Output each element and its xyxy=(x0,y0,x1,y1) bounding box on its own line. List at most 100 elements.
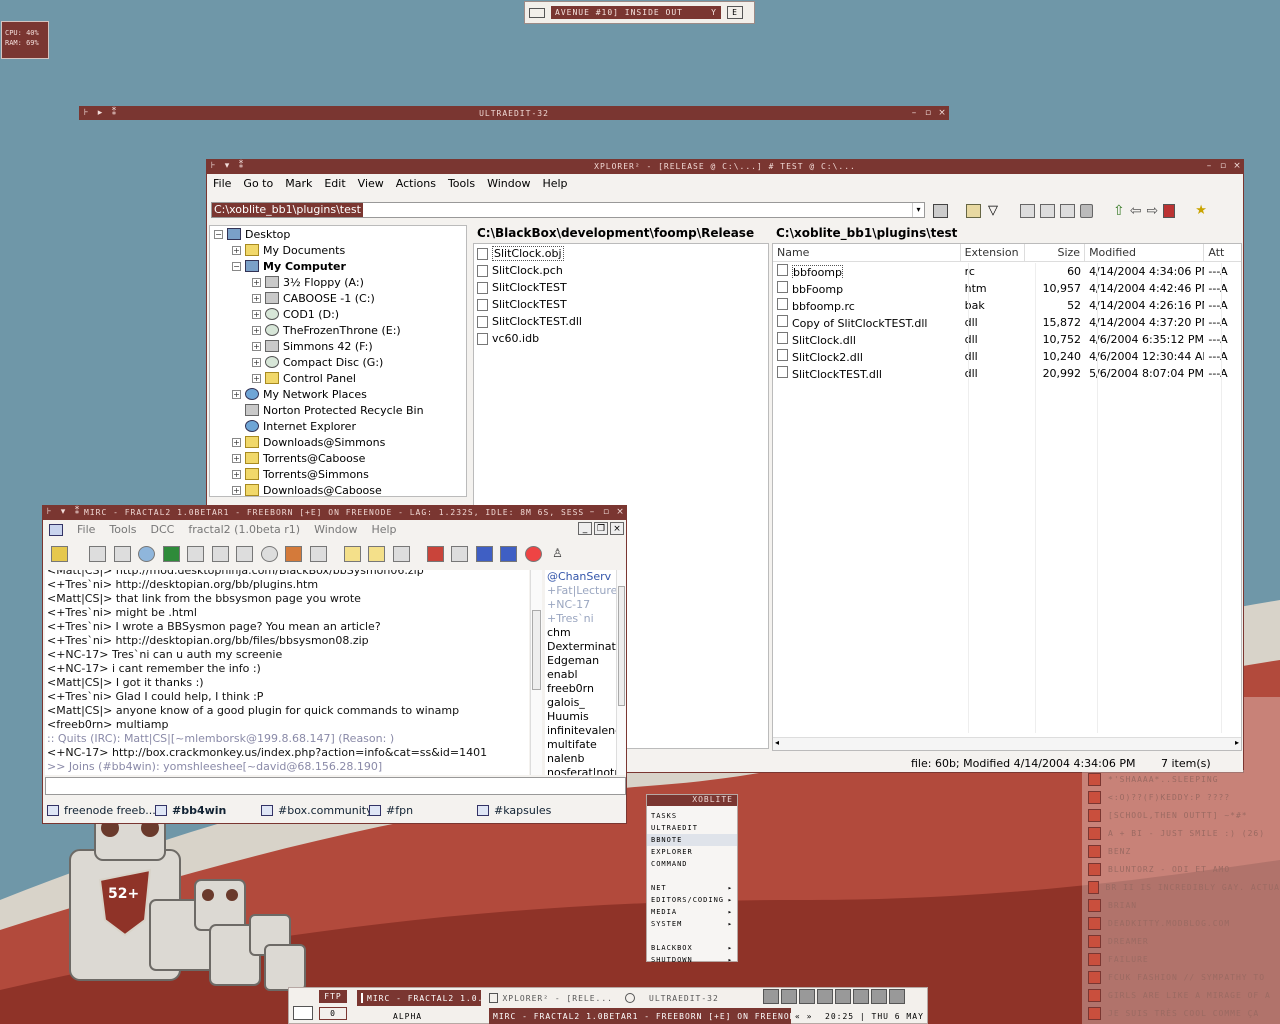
buddy-list-item[interactable]: GIRLS ARE LIKE A MIRAGE OF A xyxy=(1088,986,1280,1004)
table-row[interactable]: bbFoomp htm 10,957 4/14/2004 4:42:46 PM ---A xyxy=(773,280,1241,297)
ultraedit-maximize-button[interactable]: ▫ xyxy=(921,108,935,118)
tree-item-torrents-caboose[interactable]: + Torrents@Caboose xyxy=(232,450,365,466)
address-dropdown-icon[interactable]: ▾ xyxy=(912,203,924,217)
xplorer-pin-icon[interactable]: ▾ xyxy=(220,161,234,171)
tray-icon[interactable] xyxy=(799,989,815,1004)
mirc-app-icon[interactable] xyxy=(49,523,63,536)
notify-icon[interactable] xyxy=(187,546,204,562)
tree-item-drive-e[interactable]: + TheFrozenThrone (E:) xyxy=(252,322,401,338)
nick-item[interactable]: +Tres`ni xyxy=(547,612,617,626)
mirc-titlebar[interactable]: ⊦ ▾ ⁑ MIRC - FRACTAL2 1.0BETAR1 - FREEBO… xyxy=(42,505,627,519)
column-size[interactable]: Size xyxy=(1025,244,1086,261)
xplorer-maximize-button[interactable]: ▫ xyxy=(1216,161,1230,171)
remote-icon[interactable] xyxy=(211,546,229,562)
menu-item-command[interactable]: COMMAND xyxy=(647,858,737,870)
tree-item-control-panel[interactable]: + Control Panel xyxy=(252,370,356,386)
tree-item-drive-g[interactable]: + Compact Disc (G:) xyxy=(252,354,383,370)
mirc-minimize-button[interactable]: – xyxy=(585,507,599,517)
buddy-list-item[interactable]: A + BI - JUST SMILE :) (26) xyxy=(1088,824,1280,842)
tray-icon[interactable] xyxy=(835,989,851,1004)
list-item[interactable]: SlitClockTEST xyxy=(474,279,768,296)
nick-item[interactable]: enabl xyxy=(547,668,617,682)
ultraedit-pin-icon[interactable]: ▸ xyxy=(93,108,107,118)
menu-item-blackbox[interactable]: BLACKBOX ▸ xyxy=(647,942,737,954)
chat-input[interactable] xyxy=(45,777,626,795)
nick-item[interactable]: +NC-17 xyxy=(547,598,617,612)
buddy-list-item[interactable]: BLUNTORZ - ODI ET AMO xyxy=(1088,860,1280,878)
column-attributes[interactable]: Att xyxy=(1204,244,1241,261)
task-ultraedit[interactable]: ULTRAEDIT-32 xyxy=(621,990,753,1006)
buddy-list-item[interactable]: BRIAN xyxy=(1088,896,1280,914)
colors-icon[interactable] xyxy=(285,546,302,562)
list-item[interactable]: SlitClock.obj xyxy=(474,245,768,262)
mirc-pin-icon[interactable]: ▾ xyxy=(56,507,70,517)
tile-icon[interactable] xyxy=(392,546,410,562)
tree-item-network[interactable]: + My Network Places xyxy=(232,386,367,402)
ultraedit-sys-icon[interactable]: ⁑ xyxy=(107,108,121,118)
menu-view[interactable]: View xyxy=(358,177,384,190)
media-eject-button[interactable]: E xyxy=(727,6,743,19)
mirc-menu-help[interactable]: Help xyxy=(371,523,396,536)
media-track-title-box[interactable]: AVENUE #10] INSIDE OUT Y xyxy=(551,6,721,19)
mirc-menu-file[interactable]: File xyxy=(77,523,95,536)
nick-item[interactable]: galois_ xyxy=(547,696,617,710)
table-row[interactable]: bbfoomp rc 60 4/14/2004 4:34:06 PM ---A xyxy=(773,263,1241,280)
xplorer-minimize-button[interactable]: – xyxy=(1202,161,1216,171)
send-icon[interactable] xyxy=(236,546,253,562)
menu-item-shutdown[interactable]: SHUTDOWN ▸ xyxy=(647,954,737,966)
cut-icon[interactable] xyxy=(1040,204,1055,218)
nick-item[interactable]: freeb0rn xyxy=(547,682,617,696)
mirc-menu-icon[interactable]: ⊦ xyxy=(42,507,56,517)
buddy-list-item[interactable]: DREAMER xyxy=(1088,932,1280,950)
table-row[interactable]: Copy of SlitClockTEST.dll dll 15,872 4/14/2… xyxy=(773,314,1241,331)
mirc-child-close[interactable]: × xyxy=(610,522,624,535)
xplorer-titlebar[interactable]: ⊦ ▾ ⁑ XPLORER² - [RELEASE @ C:\...] # TE… xyxy=(206,159,1244,173)
table-row[interactable]: SlitClockTEST.dll dll 20,992 5/6/2004 8:07:… xyxy=(773,365,1241,382)
menu-goto[interactable]: Go to xyxy=(243,177,273,190)
horizontal-scrollbar[interactable]: ◂ ▸ xyxy=(773,737,1241,750)
help-lifebuoy-icon[interactable] xyxy=(524,546,542,562)
table-row[interactable]: bbfoomp.rc bak 52 4/14/2004 4:26:16 PM ---A xyxy=(773,297,1241,314)
mail-icon[interactable] xyxy=(293,1006,313,1020)
menu-item-ultraedit[interactable]: ULTRAEDIT xyxy=(647,822,737,834)
tree-item-downloads-caboose[interactable]: + Downloads@Caboose xyxy=(232,482,382,496)
nick-item[interactable]: chm xyxy=(547,626,617,640)
nick-item[interactable]: infinitevalence xyxy=(547,724,617,738)
menu-edit[interactable]: Edit xyxy=(324,177,345,190)
buddy-list-item[interactable]: BR II IS INCREDIBLY GAY. ACTUA xyxy=(1088,878,1280,896)
mirc-child-restore[interactable]: ❐ xyxy=(594,522,608,535)
column-modified[interactable]: Modified xyxy=(1085,244,1205,261)
address-book-icon[interactable] xyxy=(113,546,131,562)
ultraedit-minimize-button[interactable]: – xyxy=(907,108,921,118)
log-icon[interactable] xyxy=(309,546,327,562)
menu-window[interactable]: Window xyxy=(487,177,530,190)
nick-item[interactable]: +Fat|Lecture xyxy=(547,584,617,598)
options-icon[interactable] xyxy=(89,546,106,562)
buddy-list-item[interactable]: <:O)??(F)KEDDY:P ???? xyxy=(1088,788,1280,806)
delete-icon[interactable] xyxy=(1080,204,1093,218)
buddy-list-item[interactable]: JE SUIS TRÈS COOL COMME ÇA xyxy=(1088,1004,1280,1022)
connect-icon[interactable] xyxy=(51,546,68,562)
menu-actions[interactable]: Actions xyxy=(396,177,436,190)
nick-item[interactable]: nosferat|notre xyxy=(547,766,617,775)
tree-item-downloads-simmons[interactable]: + Downloads@Simmons xyxy=(232,434,385,450)
ultraedit-titlebar[interactable]: ⊦ ▸ ⁑ ULTRAEDIT-32 – ▫ × xyxy=(79,106,949,120)
mirc-sys-icon[interactable]: ⁑ xyxy=(70,507,84,517)
channel-list-icon[interactable] xyxy=(162,546,180,562)
task-xplorer[interactable]: XPLORER² - [RELE... xyxy=(485,990,613,1006)
ultraedit-menu-icon[interactable]: ⊦ xyxy=(79,108,93,118)
buddy-list-item[interactable]: BENZ xyxy=(1088,842,1280,860)
nick-item[interactable]: multifate xyxy=(547,738,617,752)
up-arrow-icon[interactable]: ⇧ xyxy=(1113,204,1125,218)
nick-item[interactable]: @ChanServ xyxy=(547,570,617,584)
windows-icon[interactable] xyxy=(500,546,517,562)
tray-icon[interactable] xyxy=(871,989,887,1004)
tree-item-torrents-simmons[interactable]: + Torrents@Simmons xyxy=(232,466,369,482)
tree-item-my-computer[interactable]: − My Computer xyxy=(232,258,346,274)
chat-scrollbar[interactable] xyxy=(530,570,542,775)
tab-bb4win[interactable]: #bb4win xyxy=(155,802,226,818)
xplorer-menu-icon[interactable]: ⊦ xyxy=(206,161,220,171)
paste-icon[interactable] xyxy=(1060,204,1075,218)
nick-item[interactable]: Edgeman xyxy=(547,654,617,668)
column-name[interactable]: Name xyxy=(773,244,961,261)
